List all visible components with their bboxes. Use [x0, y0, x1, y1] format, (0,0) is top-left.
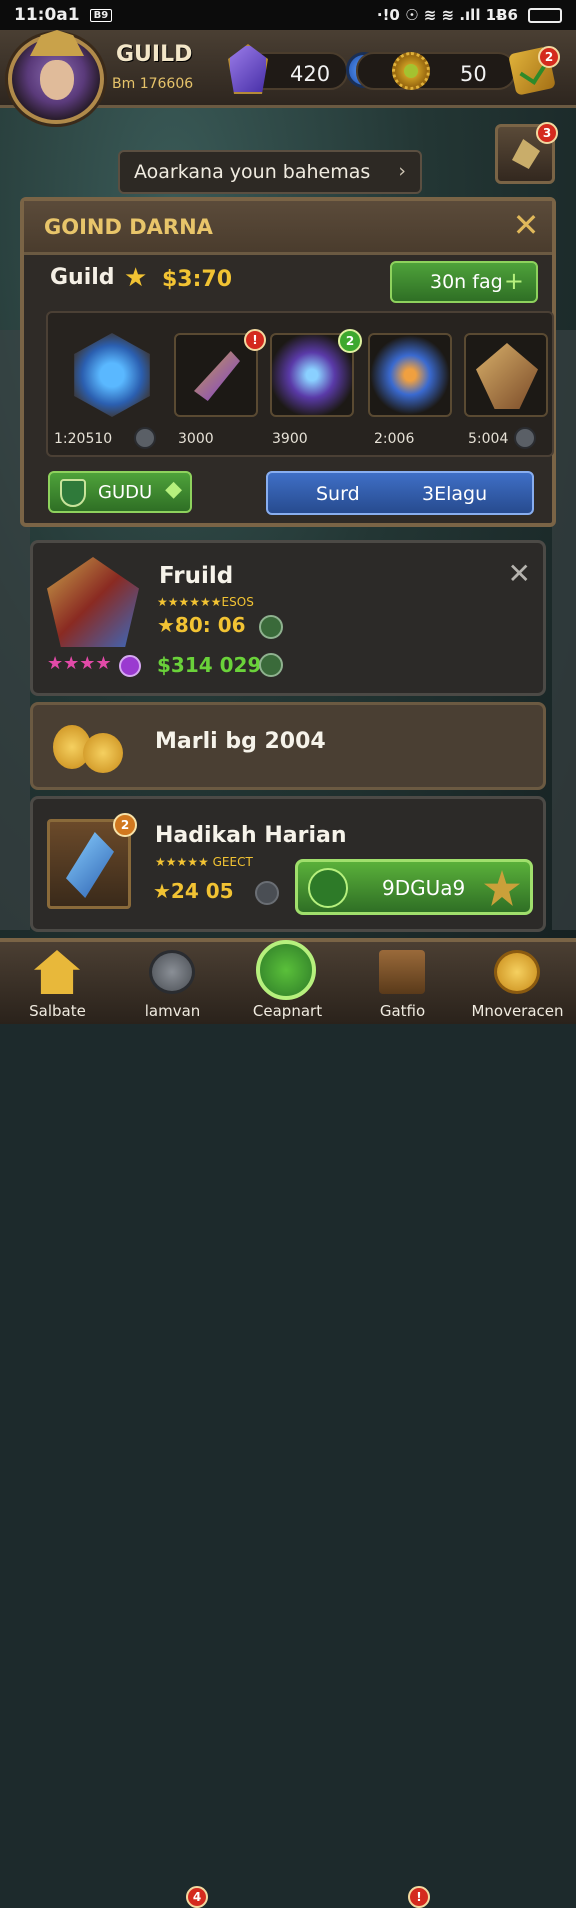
member-rating: ★★★★★★ESOS: [157, 595, 254, 609]
coin-icon: [134, 427, 156, 449]
status-indicators: ·!0 ☉ ≋ ≋ .ıll 1Ƀ6: [376, 6, 518, 24]
member-name: Fruild: [159, 563, 234, 589]
gear-count: 50: [460, 62, 487, 86]
guild-title: GUILD: [116, 42, 193, 67]
nav-compass[interactable]: lamvan: [115, 942, 230, 1028]
gear-icon[interactable]: [392, 52, 430, 90]
nav-home[interactable]: Salbate: [0, 942, 115, 1028]
blue-button-right-label: 3Elagu: [422, 483, 488, 505]
guild-button-label: GUDU: [98, 482, 153, 503]
close-icon[interactable]: ✕: [508, 209, 544, 245]
compass-icon: [149, 950, 195, 994]
status-bar: 11:0a1 B9 ·!0 ☉ ≋ ≋ .ıll 1Ƀ6: [0, 0, 576, 30]
item-value: 2:006: [374, 431, 415, 447]
item-alert-badge: !: [244, 329, 266, 351]
player-avatar[interactable]: [8, 34, 104, 124]
event-banner[interactable]: Aoarkana youn bahemas ›: [118, 150, 422, 194]
claim-button-label: 9DGUa9: [382, 876, 466, 900]
bottom-navigation: Salbate lamvan 4 Ceapnart Gatfio ! Mnove…: [0, 938, 576, 1908]
crystal-shield-item[interactable]: [74, 333, 150, 417]
fire-spear-item[interactable]: [368, 333, 452, 417]
nav-label: Ceapnart: [252, 1002, 323, 1020]
coin-icon: [255, 881, 279, 905]
panel-title: GOIND DARNA: [44, 215, 213, 239]
close-icon[interactable]: ✕: [508, 557, 531, 590]
guild-member-card[interactable]: Fruild ★★★★★★ESOS ★80: 06 $314 029 ★★★★ …: [30, 540, 546, 696]
member-gold: $314 029: [157, 653, 262, 677]
nav-badge: !: [408, 1886, 430, 1908]
guild-subtitle: Bm 176606: [112, 76, 194, 92]
nav-book[interactable]: Gatfio: [345, 942, 460, 1028]
item-value: 3000: [178, 431, 214, 447]
panel-header: GOIND DARNA ✕: [24, 201, 552, 255]
book-icon: [379, 950, 425, 994]
purple-gem-icon: [119, 655, 141, 677]
member-rank-stars: ★★★★: [47, 653, 112, 674]
banner-text: Aoarkana youn bahemas: [134, 161, 371, 183]
reward-items: ! 2 1:20510 3000 3900 2:006 5:004: [46, 311, 554, 457]
nav-label: Salbate: [29, 1002, 86, 1020]
status-badge: B9: [89, 8, 113, 22]
hero-portrait-icon: [47, 557, 139, 647]
join-guild-button[interactable]: 30n fag +: [390, 261, 538, 303]
reward-text: Marli bg 2004: [155, 729, 326, 754]
daily-reward-title: Hadikah Harian: [155, 823, 347, 848]
mail-notification-badge: 2: [538, 46, 560, 68]
item-count-badge: 2: [338, 329, 362, 353]
green-coin-icon: [259, 653, 283, 677]
nav-label: Mnoveracen: [471, 1002, 564, 1020]
guild-gold: $3:70: [162, 267, 233, 292]
guild-button[interactable]: GUDU ◆: [48, 471, 192, 513]
gold-reward-card[interactable]: Marli bg 2004: [30, 702, 546, 790]
chevron-right-icon: ›: [398, 160, 406, 182]
nav-label: Gatfio: [379, 1002, 426, 1020]
star-icon: [484, 870, 520, 906]
coin-icon: [514, 427, 536, 449]
star-icon: ★: [124, 263, 148, 293]
item-value: 1:20510: [54, 431, 113, 447]
join-button-label: 30n fag: [430, 271, 503, 293]
gear-resource-pill[interactable]: 50: [356, 52, 516, 90]
blue-button-left-label: Surd: [316, 483, 360, 505]
item-value: 5:004: [468, 431, 509, 447]
reward-badge: 2: [113, 813, 137, 837]
daily-reward-value: ★24 05: [153, 879, 234, 903]
status-time: 11:0a1: [14, 5, 80, 25]
search-guild-button[interactable]: Surd 3Elagu: [266, 471, 534, 515]
side-button-badge: 3: [536, 122, 558, 144]
sword-icon: [256, 940, 316, 1000]
gold-coins-icon: [53, 719, 125, 775]
golden-armor-item[interactable]: [464, 333, 548, 417]
home-icon: [34, 950, 80, 994]
plus-icon: +: [503, 267, 524, 295]
guild-panel: GOIND DARNA ✕ Guild ★ $3:70 30n fag + ! …: [20, 197, 556, 527]
battery-icon: [528, 7, 562, 23]
coin-icon: [494, 950, 540, 994]
member-power: ★80: 06: [157, 613, 246, 637]
claim-icon: [308, 868, 348, 908]
daily-reward-rating: ★★★★★ GEECT: [155, 855, 253, 869]
nav-shop[interactable]: Mnoveracen: [460, 942, 575, 1028]
daily-reward-card[interactable]: 2 Hadikah Harian ★★★★★ GEECT ★24 05 9DGU…: [30, 796, 546, 932]
nav-battle[interactable]: Ceapnart: [230, 940, 345, 1028]
shield-icon: [60, 479, 86, 507]
claim-button[interactable]: 9DGUa9: [295, 859, 533, 915]
nav-label: lamvan: [144, 1002, 201, 1020]
arrow-icon: ◆: [165, 477, 182, 502]
nav-badge: 4: [186, 1886, 208, 1908]
guild-label: Guild: [50, 265, 115, 290]
green-coin-icon: [259, 615, 283, 639]
item-value: 3900: [272, 431, 308, 447]
gem-count: 420: [290, 62, 331, 86]
